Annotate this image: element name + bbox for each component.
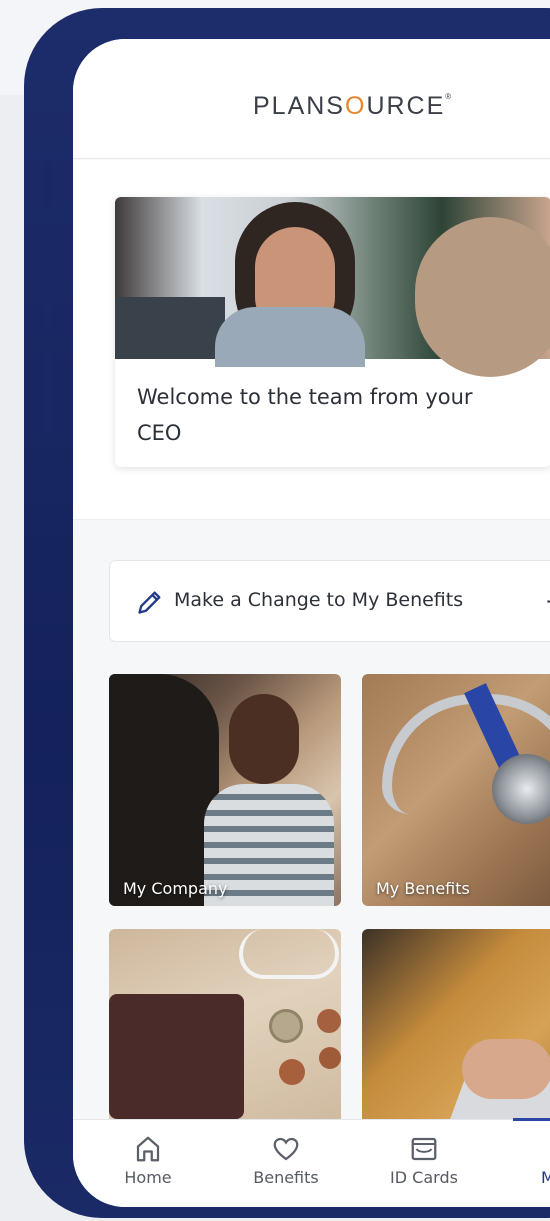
phone-screen: PLANSOURCE® Welcome to the team from you… (73, 39, 550, 1207)
tab-label: More (541, 1168, 550, 1187)
tile-image-earbuds (239, 929, 339, 979)
phone-mute-switch (44, 158, 52, 208)
tab-label: ID Cards (390, 1168, 458, 1187)
id-card-icon (411, 1137, 437, 1161)
welcome-video-card[interactable]: Welcome to the team from your CEO (115, 197, 550, 467)
tile-caption: My Benefits (376, 879, 470, 898)
image-blazer (215, 307, 365, 367)
tile-my-company[interactable]: My Company (109, 674, 341, 906)
logo-text-o: O (344, 92, 367, 120)
app-header: PLANSOURCE® (73, 39, 550, 159)
logo-trademark: ® (445, 92, 454, 101)
tab-more[interactable]: More (513, 1118, 550, 1207)
make-change-benefits-button[interactable]: Make a Change to My Benefits → (109, 560, 550, 642)
image-laptop (115, 297, 225, 359)
tile-image-coin (319, 1047, 341, 1069)
tab-benefits[interactable]: Benefits (231, 1120, 341, 1207)
tile-image-coin (317, 1009, 341, 1033)
phone-volume-up (44, 243, 52, 328)
tile-image-wallet (109, 994, 244, 1119)
tile-my-benefits[interactable]: My Benefits (362, 674, 550, 906)
logo-text-end: URCE (366, 92, 446, 120)
tile-caption: My Company (123, 879, 228, 898)
tile-image-coin (269, 1009, 303, 1043)
phone-frame: PLANSOURCE® Welcome to the team from you… (24, 8, 550, 1218)
bottom-tab-bar: Home Benefits ID Cards M (73, 1118, 550, 1207)
image-second-person (415, 217, 550, 377)
tile-image-coin (279, 1059, 305, 1085)
welcome-card-title: Welcome to the team from your CEO (137, 385, 473, 445)
active-tab-indicator (513, 1118, 550, 1121)
phone-volume-down (44, 348, 52, 433)
stage: PLANSOURCE® Welcome to the team from you… (0, 0, 550, 1221)
tile-image-man (109, 674, 219, 906)
tile-image-hand (462, 1039, 550, 1099)
tab-home[interactable]: Home (93, 1120, 203, 1207)
welcome-card-image (115, 197, 550, 377)
tab-label: Home (124, 1168, 172, 1187)
heart-icon (273, 1137, 299, 1161)
arrow-right-icon: → (546, 587, 550, 615)
pencil-icon (138, 591, 161, 614)
tab-label: Benefits (253, 1168, 319, 1187)
logo-text-start: PLANS (253, 92, 345, 120)
plansource-logo: PLANSOURCE® (253, 92, 453, 121)
tile-image-woman-head (229, 694, 299, 784)
tab-id-cards[interactable]: ID Cards (369, 1120, 479, 1207)
make-change-label: Make a Change to My Benefits (174, 589, 464, 611)
home-icon (136, 1136, 160, 1162)
